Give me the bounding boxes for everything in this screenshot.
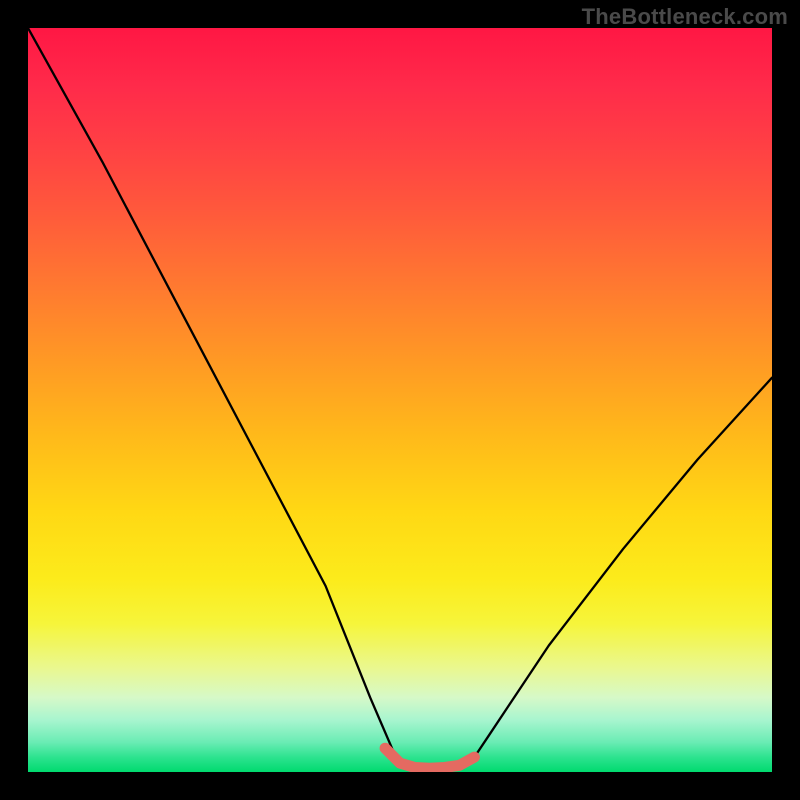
watermark-label: TheBottleneck.com [582,4,788,30]
plot-area [28,28,772,772]
bottleneck-curve-path [28,28,772,768]
chart-svg [28,28,772,772]
chart-frame: TheBottleneck.com [0,0,800,800]
optimal-range-highlight [385,748,474,768]
